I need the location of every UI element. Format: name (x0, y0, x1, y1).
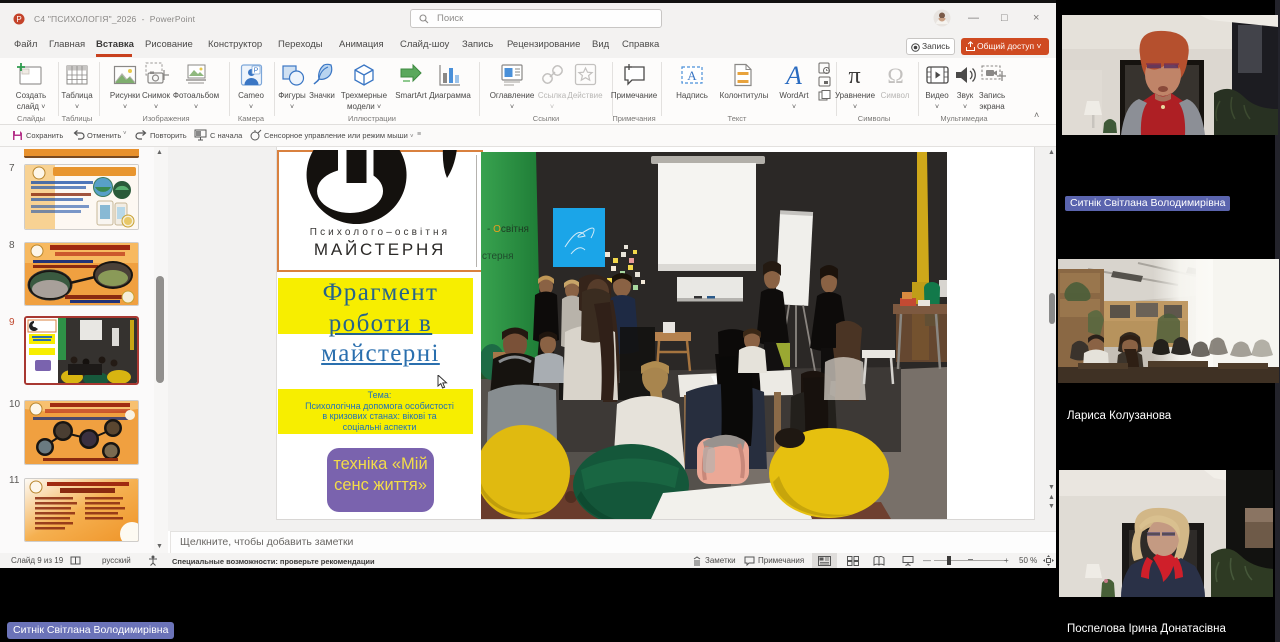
svg-text:P: P (254, 68, 259, 75)
svg-text:Ω: Ω (887, 63, 903, 87)
svg-text:A: A (784, 62, 802, 88)
svg-text:P: P (16, 15, 21, 24)
svg-text:π: π (848, 63, 860, 87)
svg-text:А: А (687, 68, 697, 83)
svg-text:стерня: стерня (482, 251, 514, 262)
svg-text:- Освітня: - Освітня (487, 224, 529, 235)
